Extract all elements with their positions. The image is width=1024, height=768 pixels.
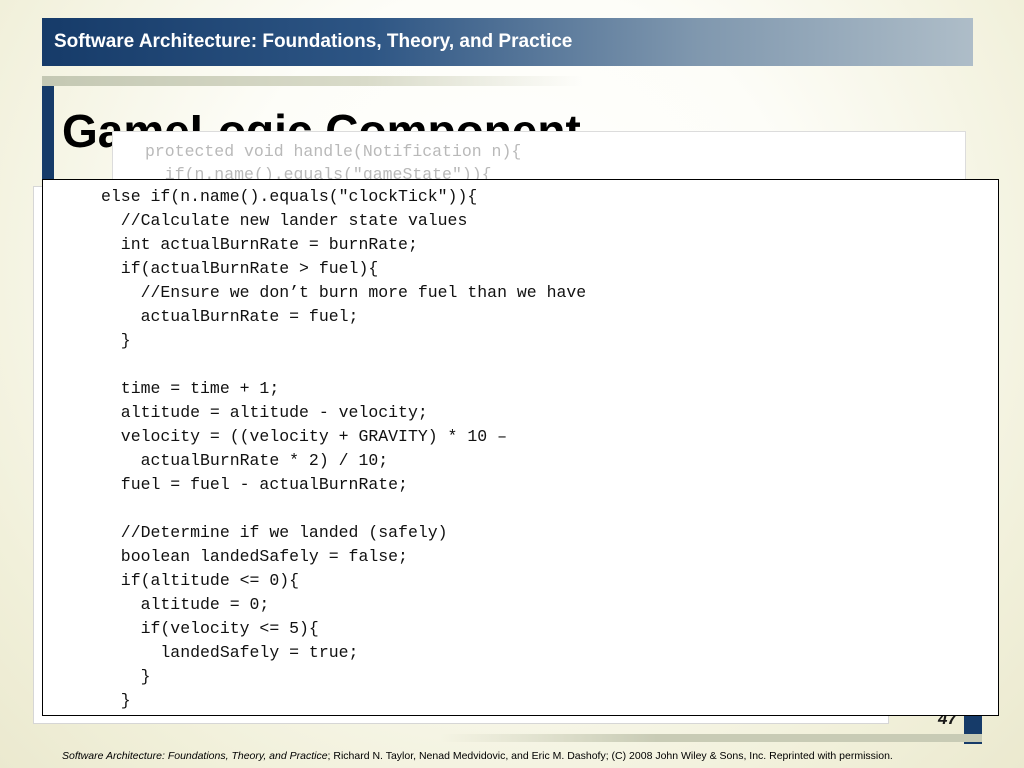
code-line: time = time + 1;	[101, 379, 280, 398]
code-line: velocity = ((velocity + GRAVITY) * 10 –	[101, 427, 507, 446]
header-bar: Software Architecture: Foundations, Theo…	[42, 18, 973, 66]
code-line: landedSafely = true;	[101, 643, 359, 662]
code-line: //Ensure we don’t burn more fuel than we…	[101, 283, 587, 302]
code-line: altitude = altitude - velocity;	[101, 403, 428, 422]
back-code-line: protected void handle(Notification n){	[145, 142, 522, 161]
code-line: if(altitude <= 0){	[101, 571, 300, 590]
left-frame-accent	[42, 86, 54, 186]
footer-book-title: Software Architecture: Foundations, Theo…	[62, 750, 328, 762]
code-line: actualBurnRate = fuel;	[101, 307, 359, 326]
code-line: boolean landedSafely = false;	[101, 547, 408, 566]
code-line: }	[101, 667, 151, 686]
front-code-box: else if(n.name().equals("clockTick")){ /…	[42, 179, 999, 716]
code-line: actualBurnRate * 2) / 10;	[101, 451, 389, 470]
code-line: if(actualBurnRate > fuel){	[101, 259, 379, 278]
code-line: int actualBurnRate = burnRate;	[101, 235, 418, 254]
code-line: altitude = 0;	[101, 595, 270, 614]
code-line: fuel = fuel - actualBurnRate;	[101, 475, 408, 494]
footer-divider	[440, 734, 982, 742]
header-underline	[42, 76, 582, 86]
code-line: }	[101, 691, 131, 710]
code-line: }	[101, 331, 131, 350]
header-title: Software Architecture: Foundations, Theo…	[54, 31, 573, 52]
code-line: if(velocity <= 5){	[101, 619, 319, 638]
footer-credits: ; Richard N. Taylor, Nenad Medvidovic, a…	[327, 750, 893, 762]
code-line: else if(n.name().equals("clockTick")){	[101, 187, 478, 206]
code-line: //Calculate new lander state values	[101, 211, 468, 230]
code-line: //Determine if we landed (safely)	[101, 523, 448, 542]
footer-citation: Software Architecture: Foundations, Theo…	[62, 750, 992, 762]
